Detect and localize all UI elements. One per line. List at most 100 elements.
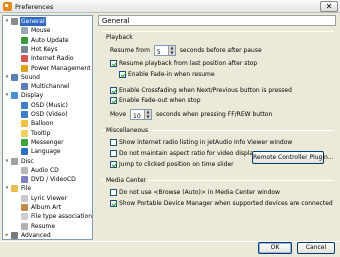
tree-item-tooltip[interactable]: Tooltip <box>14 129 51 138</box>
crossfade-row[interactable]: Enable Crossfading when Next/Previous bu… <box>110 87 292 95</box>
resume-seconds-spinner[interactable]: 5 ▲ ▼ <box>153 45 176 56</box>
resume-last-row[interactable]: Resume playback from last position after… <box>110 60 257 68</box>
resume-last-checkbox[interactable] <box>110 60 117 67</box>
tree-item-label: Audio CD <box>31 166 59 174</box>
jump-click-checkbox[interactable] <box>110 161 117 168</box>
inet-radio-row[interactable]: Show internet radio listing in jetAudio … <box>110 139 292 147</box>
tree-item-dvd-videocd[interactable]: DVD / VideoCD <box>14 175 77 184</box>
resume-last-label: Resume playback from last position after… <box>119 60 258 67</box>
playback-group: Playback Resume from 5 ▲ ▼ seconds before… <box>102 31 334 135</box>
album-art-icon <box>21 204 28 211</box>
portable-device-checkbox[interactable] <box>110 200 117 207</box>
app-icon <box>3 2 12 11</box>
tree-item-multichannel[interactable]: Multichannel <box>14 82 70 91</box>
tree-item-label: Lyric Viewer <box>31 194 68 202</box>
jump-click-row[interactable]: Jump to clicked position on time slider <box>110 161 234 169</box>
tree-item-sound[interactable]: ▾ Sound <box>4 73 41 82</box>
tree-item-label: Balloon <box>31 120 54 128</box>
resume-from-suffix: seconds before after pause <box>179 47 262 54</box>
tree-item-label: OSD (Video) <box>31 111 68 118</box>
gear-icon <box>11 18 18 25</box>
tree-item-label: File type association <box>31 213 92 221</box>
page-title: General <box>98 15 336 26</box>
browse-auto-checkbox[interactable] <box>110 189 117 196</box>
keyboard-icon <box>21 45 28 53</box>
aspect-ratio-checkbox[interactable] <box>110 150 117 157</box>
expand-toggle-icon[interactable]: ▾ <box>4 91 10 100</box>
expand-toggle-icon[interactable]: ▾ <box>4 73 10 82</box>
tree-item-osd-music[interactable]: OSD (Music) <box>14 101 69 110</box>
fade-out-label: Enable Fade-out when stop <box>119 97 201 104</box>
expand-toggle-icon[interactable]: ▾ <box>4 17 10 26</box>
category-tree[interactable]: ▾ General Mouse Auto Update Hot Keys Internet… <box>2 15 93 240</box>
tree-item-mouse[interactable]: Mouse <box>14 26 51 35</box>
spin-down-icon[interactable]: ▼ <box>145 114 151 120</box>
cancel-button[interactable]: Cancel <box>297 242 335 254</box>
tree-item-power-management[interactable]: Power Management <box>14 64 92 73</box>
settings-panel: Playback Resume from 5 ▲ ▼ seconds before… <box>98 27 336 240</box>
inet-radio-label: Show internet radio listing in jetAudio … <box>119 139 293 146</box>
tree-item-balloon[interactable]: Balloon <box>14 119 54 128</box>
tree-item-internet-radio[interactable]: Internet Radio <box>14 54 75 63</box>
disc-icon <box>11 157 18 165</box>
tree-item-file[interactable]: ▾ File <box>4 184 32 193</box>
tree-item-messenger[interactable]: Messenger <box>14 138 65 147</box>
aspect-ratio-row[interactable]: Do not maintain aspect ratio for video d… <box>110 150 257 158</box>
file-type-icon <box>21 213 28 221</box>
tree-item-language[interactable]: Language <box>14 147 62 156</box>
tree-item-auto-update[interactable]: Auto Update <box>14 36 70 45</box>
mouse-icon <box>21 27 28 35</box>
media-center-group-title: Media Center <box>106 177 149 184</box>
multichannel-icon <box>21 83 28 91</box>
tree-item-label: Power Management <box>31 64 91 72</box>
spin-down-icon[interactable]: ▼ <box>169 50 175 56</box>
tree-item-advanced[interactable]: ▸ Advanced <box>4 231 52 239</box>
lyric-icon <box>21 194 28 202</box>
expand-toggle-icon[interactable]: ▾ <box>4 184 10 193</box>
portable-device-label: Show Portable Device Manager when suppor… <box>119 200 333 207</box>
tree-item-label: OSD (Music) <box>31 101 68 109</box>
crossfade-checkbox[interactable] <box>110 87 117 94</box>
language-icon <box>21 148 28 156</box>
browse-auto-label: Do not use <Browse (Auto)> in Media Cent… <box>119 189 280 196</box>
remote-controller-plugin-button[interactable]: Remote Controller Plugin... <box>252 151 334 164</box>
tree-item-file-type-association[interactable]: File type association <box>14 212 92 221</box>
tree-item-disc[interactable]: ▾ Disc <box>4 157 35 166</box>
ok-button[interactable]: OK <box>258 242 292 254</box>
browse-auto-row[interactable]: Do not use <Browse (Auto)> in Media Cent… <box>110 189 280 197</box>
resume-from-label: Resume from <box>110 47 150 54</box>
update-icon <box>21 36 28 44</box>
tree-item-resume[interactable]: Resume <box>14 222 56 231</box>
close-icon: ✕ <box>325 2 333 11</box>
fade-out-row[interactable]: Enable Fade-out when stop <box>110 97 201 105</box>
expand-toggle-icon[interactable]: ▸ <box>4 231 10 239</box>
close-button[interactable]: ✕ <box>320 1 338 12</box>
inet-radio-checkbox[interactable] <box>110 139 117 146</box>
power-icon <box>21 64 28 72</box>
radio-icon <box>21 55 28 63</box>
tree-item-label: Auto Update <box>31 36 69 44</box>
cd-icon <box>21 166 28 174</box>
expand-toggle-icon[interactable]: ▾ <box>4 157 10 166</box>
portable-device-row[interactable]: Show Portable Device Manager when suppor… <box>110 200 333 208</box>
tree-item-label: Advanced <box>21 231 51 239</box>
move-seconds-spinner[interactable]: 10 ▲ ▼ <box>130 109 153 120</box>
advanced-icon <box>11 231 18 239</box>
tree-item-lyric-viewer[interactable]: Lyric Viewer <box>14 194 68 203</box>
resume-seconds-value: 5 <box>156 49 161 56</box>
tree-item-label: DVD / VideoCD <box>31 176 76 184</box>
fade-in-resume-checkbox[interactable] <box>119 71 126 78</box>
tree-item-audio-cd[interactable]: Audio CD <box>14 166 60 175</box>
speaker-icon <box>11 73 18 81</box>
tree-item-album-art[interactable]: Album Art <box>14 203 62 212</box>
tree-item-label: Disc <box>21 157 34 165</box>
tree-item-general[interactable]: ▾ General <box>4 17 46 26</box>
fade-out-checkbox[interactable] <box>110 97 117 104</box>
tree-item-hot-keys[interactable]: Hot Keys <box>14 45 58 54</box>
osd-video-icon <box>21 111 28 118</box>
fade-in-resume-row[interactable]: Enable Fade-in when resume <box>119 71 215 79</box>
tree-item-label: Sound <box>21 73 40 81</box>
media-center-group: Media Center Do not use <Browse (Auto)> … <box>102 177 334 217</box>
tree-item-osd-video[interactable]: OSD (Video) <box>14 110 69 119</box>
tree-item-display[interactable]: ▾ Display <box>4 91 44 100</box>
